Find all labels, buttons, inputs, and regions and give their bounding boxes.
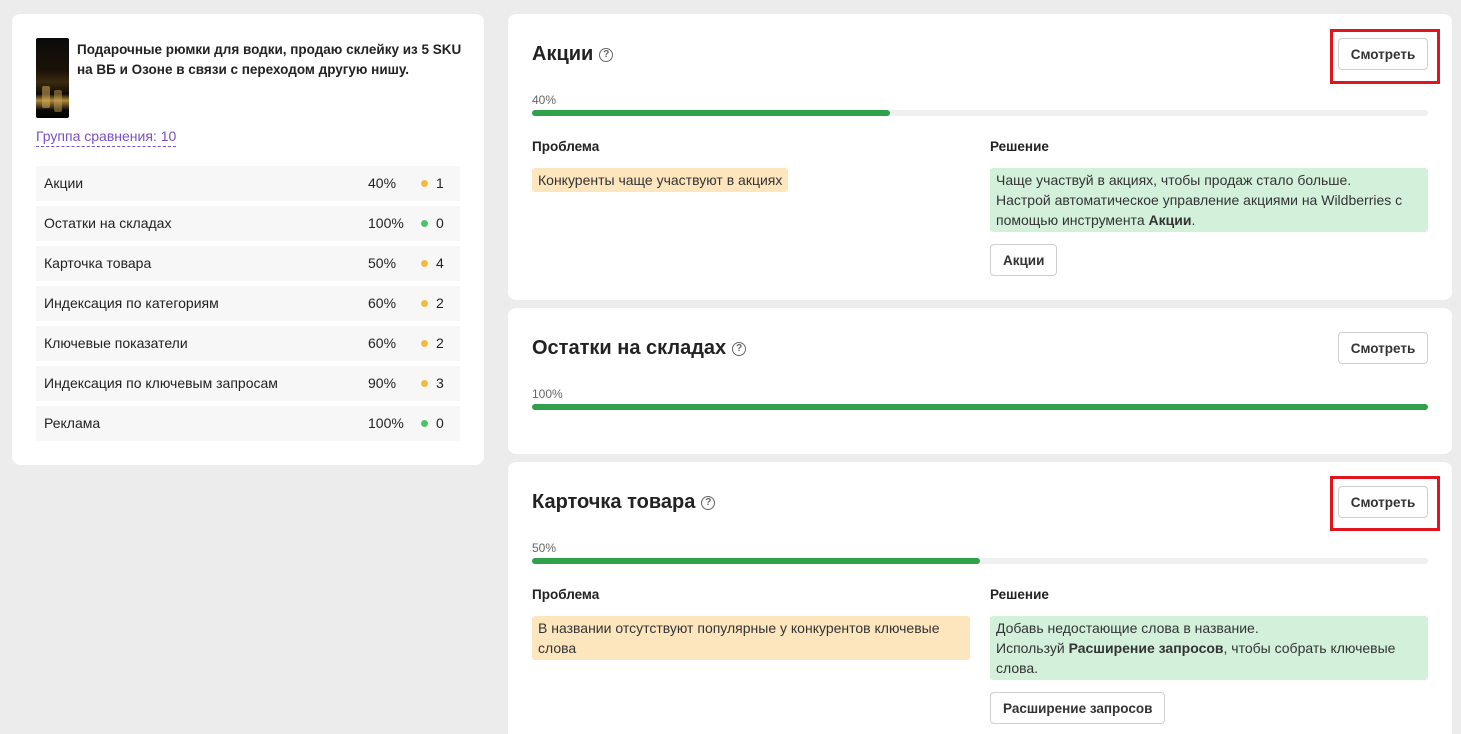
metric-label: Остатки на складах [44, 215, 172, 231]
card-title: Остатки на складах ? [532, 337, 747, 360]
solution-text: Чаще участвуй в акциях, чтобы продаж ста… [990, 168, 1428, 232]
metric-row-promotions[interactable]: Акции 40% 1 [36, 166, 460, 201]
progress-fill [532, 404, 1428, 410]
product-image[interactable] [36, 38, 69, 118]
status-dot-icon [421, 220, 428, 227]
metric-count: 0 [436, 415, 444, 431]
progress-fill [532, 558, 980, 564]
metric-percent: 90% [368, 375, 397, 391]
metric-count: 4 [436, 255, 444, 271]
view-button[interactable]: Смотреть [1338, 486, 1428, 518]
metric-count: 0 [436, 215, 444, 231]
problem-header: Проблема [532, 139, 600, 154]
help-icon[interactable]: ? [701, 495, 716, 510]
metric-row-stock[interactable]: Остатки на складах 100% 0 [36, 206, 460, 241]
metric-count: 1 [436, 175, 444, 191]
card-stock: Остатки на складах ? Смотреть 100% [508, 308, 1452, 454]
metric-percent: 60% [368, 335, 397, 351]
solution-text-part: . [1191, 212, 1196, 228]
solution-line: Чаще участвуй в акциях, чтобы продаж ста… [996, 172, 1352, 188]
view-button[interactable]: Смотреть [1338, 38, 1428, 70]
solution-line: Настрой автоматическое управление акциям… [996, 190, 1422, 230]
metric-label: Индексация по категориям [44, 295, 219, 311]
solution-text-part: Настрой автоматическое управление акциям… [996, 192, 1403, 228]
metric-percent: 50% [368, 255, 397, 271]
metric-row-product-card[interactable]: Карточка товара 50% 4 [36, 246, 460, 281]
solution-text-part: Используй [996, 640, 1069, 656]
solution-header: Решение [990, 587, 1049, 602]
problem-text: Конкуренты чаще участвуют в акциях [532, 168, 789, 192]
metric-label: Индексация по ключевым запросам [44, 375, 278, 391]
status-dot-icon [421, 300, 428, 307]
metric-label: Карточка товара [44, 255, 152, 271]
product-title: Подарочные рюмки для водки, продаю склей… [77, 42, 462, 77]
card-product-card: Карточка товара ? Смотреть 50% Проблема … [508, 462, 1452, 734]
progress-percent: 50% [532, 541, 557, 555]
query-expansion-tool-button[interactable]: Расширение запросов [990, 692, 1166, 724]
card-title: Акции ? [532, 43, 614, 66]
metric-percent: 60% [368, 295, 397, 311]
metric-row-keyword-index[interactable]: Индексация по ключевым запросам 90% 3 [36, 366, 460, 401]
problem-header: Проблема [532, 587, 600, 602]
progress-bar [532, 110, 1428, 116]
metric-list: Акции 40% 1 Остатки на складах 100% 0 Ка… [36, 166, 460, 446]
tool-name: Расширение запросов [1068, 640, 1224, 656]
metric-row-key-indicators[interactable]: Ключевые показатели 60% 2 [36, 326, 460, 361]
card-promotions: Акции ? Смотреть 40% Проблема Решение Ко… [508, 14, 1452, 300]
metric-label: Акции [44, 175, 84, 191]
metric-label: Реклама [44, 415, 101, 431]
progress-bar [532, 404, 1428, 410]
metric-count: 3 [436, 375, 444, 391]
metric-row-ads[interactable]: Реклама 100% 0 [36, 406, 460, 441]
product-panel: Подарочные рюмки для водки, продаю склей… [12, 14, 484, 465]
problem-text: В названии отсутствуют популярные у конк… [532, 616, 970, 660]
status-dot-icon [421, 340, 428, 347]
metric-percent: 100% [368, 415, 404, 431]
status-dot-icon [421, 420, 428, 427]
help-icon[interactable]: ? [599, 47, 614, 62]
card-title: Карточка товара ? [532, 491, 716, 514]
tool-name: Акции [1148, 212, 1192, 228]
status-dot-icon [421, 380, 428, 387]
solution-line: Добавь недостающие слова в название. [996, 620, 1259, 636]
solution-text: Добавь недостающие слова в название. Исп… [990, 616, 1428, 680]
progress-percent: 100% [532, 387, 563, 401]
metric-percent: 100% [368, 215, 404, 231]
metric-percent: 40% [368, 175, 397, 191]
card-title-text: Остатки на складах [532, 337, 727, 359]
view-button[interactable]: Смотреть [1338, 332, 1428, 364]
help-icon[interactable]: ? [732, 341, 747, 356]
solution-header: Решение [990, 139, 1049, 154]
compare-group-link[interactable]: Группа сравнения: 10 [36, 128, 177, 147]
metric-row-category-index[interactable]: Индексация по категориям 60% 2 [36, 286, 460, 321]
promotions-tool-button[interactable]: Акции [990, 244, 1058, 276]
metric-count: 2 [436, 335, 444, 351]
metric-label: Ключевые показатели [44, 335, 188, 351]
progress-fill [532, 110, 891, 116]
card-title-text: Акции [532, 43, 594, 65]
progress-bar [532, 558, 1428, 564]
card-title-text: Карточка товара [532, 491, 696, 513]
status-dot-icon [421, 180, 428, 187]
metric-count: 2 [436, 295, 444, 311]
status-dot-icon [421, 260, 428, 267]
solution-line: Используй Расширение запросов, чтобы соб… [996, 638, 1422, 678]
progress-percent: 40% [532, 93, 557, 107]
